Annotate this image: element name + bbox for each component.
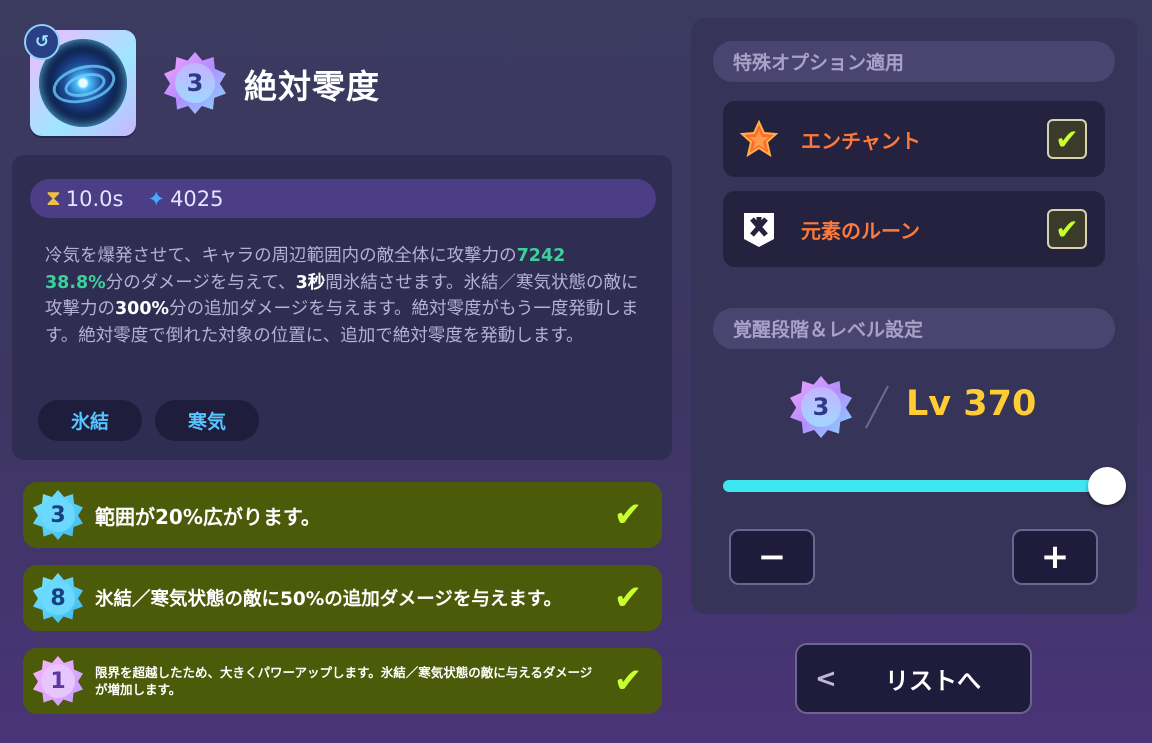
cooldown-value: 10.0s [65,186,124,211]
rune-checkbox[interactable]: ✔ [1047,209,1087,249]
option-enchant[interactable]: エンチャント ✔ [723,101,1105,177]
swirl-badge-icon: ↺ [24,24,60,60]
stat-bar: ⧗ 10.0s ✦ 4025 [30,179,656,218]
enchant-star-icon [739,119,779,159]
passive-level-star: 1 [33,656,83,706]
passive-row: 8 氷結／寒気状態の敵に50%の追加ダメージを与えます。 ✔ [23,565,662,631]
cooldown-stat: ⧗ 10.0s [46,186,123,211]
skill-title: 絶対零度 [244,67,380,106]
back-to-list-label: リストへ [885,667,981,695]
desc-value-percent: 38.8% [45,272,106,293]
grade-number: 3 [186,69,204,97]
level-slider-fill [723,480,1107,492]
tag-chill: 寒気 [155,400,259,441]
element-rune-icon [739,209,779,249]
decrease-level-button[interactable]: − [729,529,815,585]
level-display: Lv 370 [906,384,1037,424]
skill-description: 冷気を爆発させて、キャラの周辺範囲内の敵全体に攻撃力の7242 38.8%分のダメ… [45,243,645,349]
passive-level: 3 [41,498,75,532]
divider-slash [865,385,889,429]
check-icon: ✔ [613,578,643,618]
passive-text: 限界を超越したため、大きくパワーアップします。氷結／寒気状態の敵に与えるダメージ… [95,665,593,697]
mana-flame-icon: ✦ [147,186,166,211]
awakening-level-header: 覚醒段階＆レベル設定 [713,308,1115,349]
passive-text: 氷結／寒気状態の敵に50%の追加ダメージを与えます。 [95,589,563,610]
level-slider-track[interactable] [723,480,1107,492]
special-options-header: 特殊オプション適用 [713,41,1115,82]
tag-freeze: 氷結 [38,400,142,441]
passive-level-star: 8 [33,573,83,623]
passive-row: 3 範囲が20%広がります。 ✔ [23,482,662,548]
option-label: エンチャント [801,128,921,153]
desc-value-duration: 3秒 [295,272,326,293]
mana-value: 4025 [170,186,224,211]
grade-star-badge: 3 [164,52,226,114]
hourglass-icon: ⧗ [46,186,61,210]
desc-value-bonus: 300% [115,299,170,319]
desc-segment: 冷気を爆発させて、キャラの周辺範囲内の敵全体に攻撃力の [45,246,517,266]
option-label: 元素のルーン [801,218,920,243]
mana-stat: ✦ 4025 [147,187,223,211]
passive-level: 8 [41,581,75,615]
check-icon: ✔ [613,661,643,701]
back-to-list-button[interactable]: < リストへ [795,643,1032,714]
desc-value-attack: 7242 [516,246,566,266]
passive-level: 1 [41,664,75,698]
passive-text: 範囲が20%広がります。 [95,504,321,529]
awakening-grade: 3 [812,393,830,421]
level-slider-handle[interactable] [1088,467,1126,505]
desc-segment: 分のダメージを与えて、 [105,272,296,293]
check-icon: ✔ [613,495,643,535]
passive-row: 1 限界を超越したため、大きくパワーアップします。氷結／寒気状態の敵に与えるダメ… [23,648,662,714]
chevron-left-icon: < [815,663,837,694]
enchant-checkbox[interactable]: ✔ [1047,119,1087,159]
option-element-rune[interactable]: 元素のルーン ✔ [723,191,1105,267]
passive-level-star: 3 [33,490,83,540]
increase-level-button[interactable]: + [1012,529,1098,585]
